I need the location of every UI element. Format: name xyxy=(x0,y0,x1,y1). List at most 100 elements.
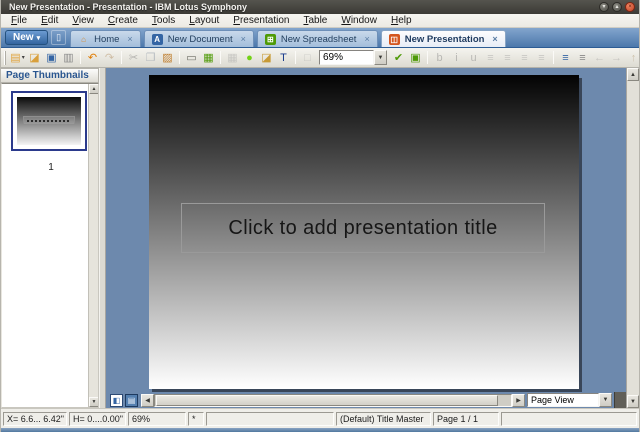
tab-close-icon[interactable]: × xyxy=(364,34,369,44)
toolbar-separator xyxy=(220,51,221,64)
cut-button[interactable]: ✂ xyxy=(125,50,142,66)
open-icon: ◪ xyxy=(29,51,40,64)
scroll-up-icon[interactable]: ▲ xyxy=(627,68,639,81)
menu-table[interactable]: Table xyxy=(296,14,334,27)
promote-icon: ← xyxy=(594,51,605,64)
shape-icon: ● xyxy=(246,51,253,64)
gallery-button[interactable]: ◪ xyxy=(258,50,275,66)
minimize-button[interactable]: ▾ xyxy=(599,2,609,12)
menu-create[interactable]: Create xyxy=(101,14,145,27)
tab-close-icon[interactable]: × xyxy=(127,34,132,44)
zoom-button[interactable]: □ xyxy=(299,50,316,66)
menu-help[interactable]: Help xyxy=(384,14,419,27)
italic-button[interactable]: i xyxy=(448,50,465,66)
view-selector-dropdown-button[interactable]: ▼ xyxy=(599,393,612,407)
menu-layout[interactable]: Layout xyxy=(182,14,226,27)
align-right-icon: ≡ xyxy=(521,51,528,64)
panel-splitter[interactable] xyxy=(99,68,106,408)
underline-button[interactable]: u xyxy=(465,50,482,66)
paste-button[interactable]: ▨ xyxy=(159,50,176,66)
align-justify-button[interactable]: ≡ xyxy=(533,50,550,66)
scroll-up-icon[interactable]: ▲ xyxy=(89,84,98,94)
align-center-icon: ≡ xyxy=(504,51,511,64)
promote-button[interactable]: ← xyxy=(591,50,608,66)
new-document-button[interactable]: ▤ ▾ xyxy=(9,50,26,66)
thumbnail-panel: Page Thumbnails 1 ▲ ▼ xyxy=(1,68,99,408)
menu-presentation[interactable]: Presentation xyxy=(226,14,296,27)
shape-button[interactable]: ● xyxy=(241,50,258,66)
demote-button[interactable]: → xyxy=(608,50,625,66)
open-document-button[interactable]: ▯ xyxy=(51,30,67,45)
print-button[interactable]: ▥ xyxy=(60,50,77,66)
numbered-list-icon: ≡ xyxy=(579,51,586,64)
align-right-button[interactable]: ≡ xyxy=(516,50,533,66)
move-up-button[interactable]: ↑ xyxy=(625,50,640,66)
resize-grip[interactable] xyxy=(614,392,626,408)
scroll-right-icon[interactable]: ▶ xyxy=(512,393,525,407)
spellcheck-button[interactable]: ✔ xyxy=(390,50,407,66)
toolbar-handle[interactable] xyxy=(4,50,6,65)
bold-button[interactable]: b xyxy=(431,50,448,66)
page-view-button[interactable]: ▤ xyxy=(125,393,138,407)
thumbnail-scrollbar[interactable]: ▲ ▼ xyxy=(88,84,98,407)
copy-button[interactable]: ❐ xyxy=(142,50,159,66)
tab-new-document[interactable]: A New Document × xyxy=(143,30,254,47)
title-placeholder[interactable]: Click to add presentation title xyxy=(181,203,545,253)
numbered-list-button[interactable]: ≡ xyxy=(574,50,591,66)
new-button[interactable]: New ▾ xyxy=(5,30,49,45)
menu-view[interactable]: View xyxy=(65,14,101,27)
view-selector[interactable]: Page View ▼ xyxy=(527,393,612,407)
zoom-level: 69% xyxy=(128,411,186,426)
tab-new-spreadsheet[interactable]: ⊞ New Spreadsheet × xyxy=(256,30,378,47)
undo-button[interactable]: ↶ xyxy=(84,50,101,66)
underline-icon: u xyxy=(470,51,477,64)
canvas-column: Click to add presentation title ◧ ▤ ◀ ▶ … xyxy=(106,68,626,408)
scroll-down-icon[interactable]: ▼ xyxy=(627,395,639,408)
screen-show-button[interactable]: ▣ xyxy=(407,50,424,66)
open-button[interactable]: ◪ xyxy=(26,50,43,66)
normal-view-button[interactable]: ◧ xyxy=(110,393,123,407)
maximize-button[interactable]: ▴ xyxy=(612,2,622,12)
menu-tools[interactable]: Tools xyxy=(145,14,182,27)
status-filler xyxy=(501,411,637,426)
table-button[interactable]: ▦ xyxy=(224,50,241,66)
undo-icon: ↶ xyxy=(87,51,98,64)
vertical-scrollbar[interactable]: ▲ ▼ xyxy=(626,68,639,408)
slide-thumbnail[interactable] xyxy=(11,91,87,151)
slide-canvas[interactable]: Click to add presentation title xyxy=(106,68,626,392)
window-bottom-edge xyxy=(1,428,639,432)
close-button[interactable]: × xyxy=(625,2,635,12)
save-button[interactable]: ▣ xyxy=(43,50,60,66)
tab-close-icon[interactable]: × xyxy=(241,34,246,44)
horizontal-scroll-thumb[interactable] xyxy=(156,394,498,406)
italic-icon: i xyxy=(455,51,458,64)
menu-edit[interactable]: Edit xyxy=(34,14,65,27)
align-left-button[interactable]: ≡ xyxy=(482,50,499,66)
text-box-button[interactable]: T xyxy=(275,50,292,66)
tab-new-presentation[interactable]: ◫ New Presentation × xyxy=(380,30,506,47)
toolbar-separator xyxy=(427,51,428,64)
menu-file[interactable]: File xyxy=(4,14,34,27)
gallery-icon: ◪ xyxy=(261,51,272,64)
tab-close-icon[interactable]: × xyxy=(492,34,497,44)
window-controls: ▾ ▴ × xyxy=(599,2,635,12)
insert-image-button[interactable]: ▦ xyxy=(200,50,217,66)
text-box-icon: T xyxy=(280,51,287,64)
document-icon: A xyxy=(151,33,163,45)
tab-label: New Spreadsheet xyxy=(280,33,357,45)
slide[interactable]: Click to add presentation title xyxy=(149,75,579,389)
menu-window[interactable]: Window xyxy=(334,14,384,27)
cursor-position: X= 6.6... 6.42" xyxy=(3,411,67,426)
scroll-down-icon[interactable]: ▼ xyxy=(89,397,98,407)
horizontal-scrollbar[interactable] xyxy=(154,393,512,407)
zoom-dropdown-button[interactable]: ▼ xyxy=(374,50,387,65)
bullet-list-button[interactable]: ≡ xyxy=(557,50,574,66)
zoom-level-combobox[interactable]: 69% ▼ xyxy=(319,50,387,65)
frame-button[interactable]: ▭ xyxy=(183,50,200,66)
align-center-button[interactable]: ≡ xyxy=(499,50,516,66)
redo-button[interactable]: ↷ xyxy=(101,50,118,66)
scroll-left-icon[interactable]: ◀ xyxy=(141,393,154,407)
tab-home[interactable]: ⌂ Home × xyxy=(70,30,141,47)
thumbnail-title-dashes xyxy=(27,120,71,122)
tab-bar: New ▾ ▯ ⌂ Home × A New Document × ⊞ New Spreads… xyxy=(1,28,639,48)
